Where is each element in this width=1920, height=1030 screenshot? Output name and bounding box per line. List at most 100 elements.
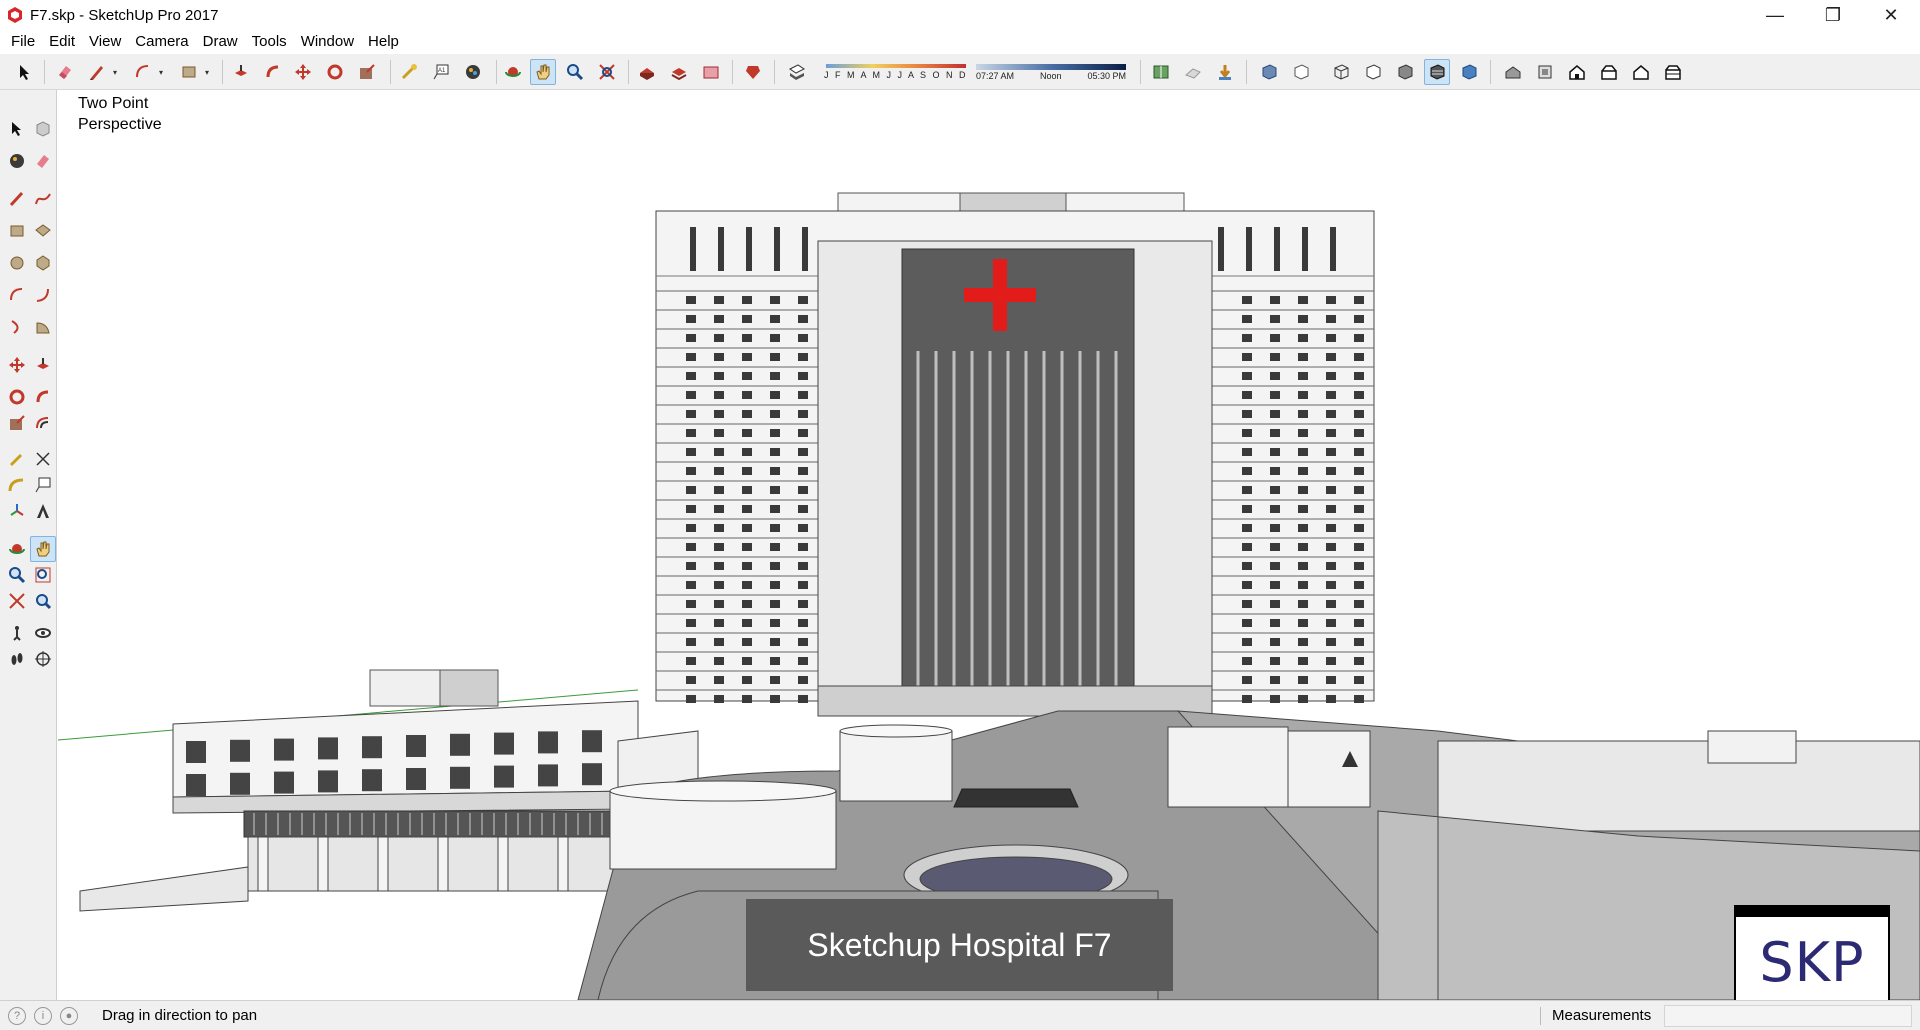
modeling-viewport[interactable]: Two Point Perspective Sketchup Hospital … [58, 91, 1920, 1000]
zoom-window-icon[interactable] [30, 562, 56, 588]
select-icon[interactable] [4, 116, 30, 142]
three-point-arc-icon[interactable] [4, 314, 30, 340]
front-view-icon[interactable] [1564, 59, 1590, 85]
minimize-button[interactable]: — [1746, 0, 1804, 30]
select-tool-icon[interactable] [12, 59, 38, 85]
eraser-icon[interactable] [30, 148, 56, 174]
shadows-toggle-icon[interactable] [784, 59, 810, 85]
tape-measure-tool-icon[interactable] [396, 59, 422, 85]
push-pull-tool-icon[interactable] [228, 59, 254, 85]
arc-icon[interactable] [4, 282, 30, 308]
move-tool-icon[interactable] [290, 59, 316, 85]
scale-icon[interactable] [4, 410, 30, 436]
push-pull-icon[interactable] [30, 352, 56, 378]
make-component-icon[interactable] [30, 116, 56, 142]
walk-icon[interactable] [4, 646, 30, 672]
pan-icon[interactable] [30, 536, 56, 562]
menu-edit[interactable]: Edit [42, 30, 82, 54]
back-view-icon[interactable] [1628, 59, 1654, 85]
paint-bucket-tool-icon[interactable] [460, 59, 486, 85]
polygon-icon[interactable] [30, 250, 56, 276]
svg-text:A1: A1 [438, 68, 446, 74]
time-slider[interactable] [976, 64, 1126, 70]
orbit-icon[interactable] [4, 536, 30, 562]
offset-icon[interactable] [30, 410, 56, 436]
restore-button[interactable]: ❐ [1804, 0, 1862, 30]
arc-tool-icon[interactable] [130, 59, 156, 85]
orbit-tool-icon[interactable] [500, 59, 526, 85]
menu-draw[interactable]: Draw [196, 30, 245, 54]
warehouse-icon[interactable] [634, 59, 660, 85]
line-icon[interactable] [4, 186, 30, 212]
hospital-tower [655, 192, 1375, 717]
zoom-tool-icon[interactable] [562, 59, 588, 85]
axes-icon[interactable] [4, 498, 30, 524]
status-hint: Drag in direction to pan [102, 1007, 258, 1024]
share-component-icon[interactable] [698, 59, 724, 85]
zoom-extents-tool-icon[interactable] [594, 59, 620, 85]
pie-icon[interactable] [30, 314, 56, 340]
rotate-tool-icon[interactable] [322, 59, 348, 85]
3d-text-icon[interactable] [30, 498, 56, 524]
share-model-icon[interactable] [666, 59, 692, 85]
close-button[interactable]: ✕ [1862, 0, 1920, 30]
hidden-line-style-icon[interactable] [1360, 59, 1386, 85]
monochrome-style-icon[interactable] [1456, 59, 1482, 85]
geo-info-icon[interactable]: ? [8, 1006, 26, 1025]
scene-tab-label: Two Point Perspective [78, 93, 162, 135]
extension-warehouse-icon[interactable] [740, 59, 766, 85]
position-camera-icon[interactable] [4, 620, 30, 646]
rectangle-tool-icon[interactable] [176, 59, 202, 85]
follow-me-tool-icon[interactable] [260, 59, 286, 85]
dimension-icon[interactable] [30, 446, 56, 472]
menu-view[interactable]: View [82, 30, 128, 54]
shaded-style-icon[interactable] [1392, 59, 1418, 85]
menu-file[interactable]: File [4, 30, 42, 54]
paint-bucket-icon[interactable] [4, 148, 30, 174]
xray-style-icon[interactable] [1256, 59, 1282, 85]
follow-me-icon[interactable] [30, 384, 56, 410]
menu-tools[interactable]: Tools [245, 30, 294, 54]
rotated-rectangle-icon[interactable] [30, 218, 56, 244]
geo-location-icon[interactable] [1148, 59, 1174, 85]
move-icon[interactable] [4, 352, 30, 378]
two-point-arc-icon[interactable] [30, 282, 56, 308]
menu-help[interactable]: Help [361, 30, 406, 54]
scene-label-line2: Perspective [78, 116, 162, 133]
time-noon-label: Noon [1039, 71, 1062, 81]
protractor-icon[interactable] [4, 472, 30, 498]
month-slider[interactable]: J F M A M J J A S O N D [818, 60, 968, 84]
hospital-model-render [58, 192, 1920, 1000]
left-view-icon[interactable] [1660, 59, 1686, 85]
toggle-terrain-icon[interactable] [1180, 59, 1206, 85]
user-account-icon[interactable]: ● [60, 1006, 78, 1025]
look-around-icon[interactable] [30, 620, 56, 646]
text-icon[interactable] [30, 472, 56, 498]
rotate-icon[interactable] [4, 384, 30, 410]
scale-tool-icon[interactable] [354, 59, 380, 85]
credits-icon[interactable]: i [34, 1006, 52, 1025]
iso-view-icon[interactable] [1500, 59, 1526, 85]
previous-view-icon[interactable] [30, 588, 56, 614]
back-edges-style-icon[interactable] [1288, 59, 1314, 85]
add-location-icon[interactable] [1212, 59, 1238, 85]
circle-icon[interactable] [4, 250, 30, 276]
text-tool-icon[interactable]: A1 [428, 59, 454, 85]
tape-measure-icon[interactable] [4, 446, 30, 472]
main-toolbar: ▾ ▾ ▾ A1 J F M A M J J A S O N D 07:27 A… [0, 54, 1920, 90]
wireframe-style-icon[interactable] [1328, 59, 1354, 85]
pencil-tool-icon[interactable] [84, 59, 110, 85]
freehand-icon[interactable] [30, 186, 56, 212]
section-plane-icon[interactable] [30, 646, 56, 672]
eraser-tool-icon[interactable] [52, 59, 78, 85]
right-view-icon[interactable] [1596, 59, 1622, 85]
top-view-icon[interactable] [1532, 59, 1558, 85]
menu-camera[interactable]: Camera [128, 30, 195, 54]
menu-window[interactable]: Window [294, 30, 361, 54]
zoom-extents-icon[interactable] [4, 588, 30, 614]
shaded-textures-style-icon[interactable] [1424, 59, 1450, 85]
rectangle-icon[interactable] [4, 218, 30, 244]
measurements-input[interactable] [1664, 1005, 1912, 1027]
zoom-icon[interactable] [4, 562, 30, 588]
pan-tool-icon[interactable] [530, 59, 556, 85]
